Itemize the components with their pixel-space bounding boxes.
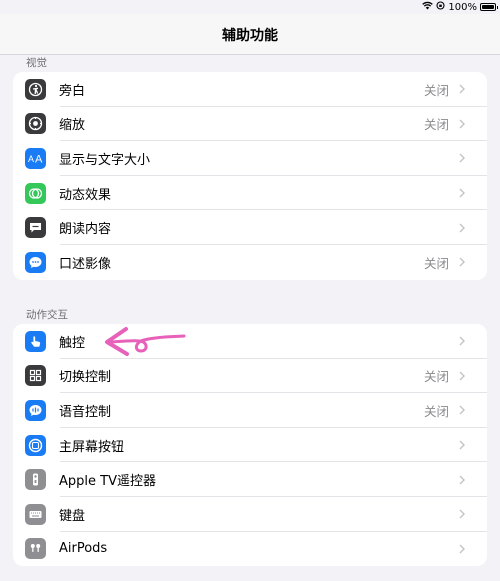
section-header-vision: 视觉 (26, 57, 47, 69)
chevron-right-icon (459, 223, 465, 233)
row-label: 键盘 (59, 508, 86, 524)
chevron-right-icon (459, 336, 465, 346)
row-value: 关闭 (423, 369, 449, 385)
row-label: 动态效果 (59, 187, 112, 203)
row-spoken-content[interactable]: 朗读内容 (13, 210, 487, 245)
zoom-icon (25, 113, 46, 135)
chevron-right-icon (459, 440, 465, 450)
battery-icon (480, 3, 498, 11)
chevron-right-icon (459, 371, 465, 381)
row-label: 显示与文字大小 (59, 152, 151, 168)
chevron-right-icon (459, 153, 465, 163)
row-label: AirPods (59, 541, 108, 557)
navigation-bar: 辅助功能 (0, 14, 500, 55)
physical-motor-group: 触控 切换控制 关闭 语音控制 关闭 主屏幕按钮 Apple TV遥控器 键盘 … (13, 324, 487, 567)
row-value: 关闭 (423, 82, 449, 98)
audio-description-icon (25, 251, 46, 273)
chevron-right-icon (459, 84, 465, 94)
chevron-right-icon (459, 544, 465, 554)
row-value: 关闭 (423, 403, 449, 419)
switch-control-icon (25, 365, 46, 387)
chevron-right-icon (459, 405, 465, 415)
chevron-right-icon (459, 509, 465, 519)
chevron-right-icon (459, 257, 465, 267)
home-button-icon (25, 434, 46, 456)
row-label: 切换控制 (59, 370, 112, 386)
keyboard-icon (25, 503, 46, 525)
row-label: 语音控制 (59, 404, 112, 420)
row-airpods[interactable]: AirPods (13, 532, 487, 567)
row-label: 口述影像 (59, 256, 112, 272)
row-home-button[interactable]: 主屏幕按钮 (13, 428, 487, 463)
row-display-text-size[interactable]: AA 显示与文字大小 (13, 141, 487, 176)
chevron-right-icon (459, 188, 465, 198)
airpods-icon (25, 538, 46, 560)
row-label: 缩放 (59, 118, 86, 134)
voiceover-icon (25, 78, 46, 100)
annotation-arrow-icon (105, 327, 186, 356)
row-motion[interactable]: 动态效果 (13, 176, 487, 211)
row-zoom[interactable]: 缩放 关闭 (13, 107, 487, 142)
chevron-right-icon (459, 119, 465, 129)
row-keyboard[interactable]: 键盘 (13, 497, 487, 532)
apple-tv-remote-icon (25, 469, 46, 491)
orientation-lock-icon (436, 1, 445, 13)
row-apple-tv-remote[interactable]: Apple TV遥控器 (13, 462, 487, 497)
row-value: 关闭 (423, 117, 449, 133)
vision-group: 旁白 关闭 缩放 关闭 AA 显示与文字大小 动态效果 朗读内容 口述影像 关闭 (13, 72, 487, 280)
battery-percent: 100% (448, 1, 477, 13)
status-indicators: 100% (422, 1, 498, 13)
text-size-icon: AA (25, 147, 46, 169)
settings-screen: 100% 辅助功能 视觉 旁白 关闭 缩放 关闭 A A 显示与文字大小 动态效… (0, 0, 500, 581)
motion-icon (25, 182, 46, 204)
row-label: Apple TV遥控器 (59, 474, 156, 490)
row-voiceover[interactable]: 旁白 关闭 (13, 72, 487, 107)
row-label: 旁白 (59, 83, 86, 99)
row-label: 朗读内容 (59, 222, 112, 238)
row-value: 关闭 (423, 255, 449, 271)
wifi-icon (422, 1, 434, 13)
row-touch[interactable]: 触控 (13, 324, 487, 359)
touch-icon (25, 330, 46, 352)
page-title: 辅助功能 (222, 28, 278, 44)
svg-text:A: A (35, 154, 43, 165)
chevron-right-icon (459, 475, 465, 485)
spoken-content-icon (25, 217, 46, 239)
svg-text:A: A (28, 154, 34, 164)
section-header-physical-motor: 动作交互 (26, 309, 68, 321)
status-bar: 100% (0, 0, 500, 14)
voice-control-icon (25, 399, 46, 421)
row-audio-descriptions[interactable]: 口述影像 关闭 (13, 245, 487, 280)
row-voice-control[interactable]: 语音控制 关闭 (13, 393, 487, 428)
row-label: 主屏幕按钮 (59, 439, 125, 455)
row-switch-control[interactable]: 切换控制 关闭 (13, 359, 487, 394)
